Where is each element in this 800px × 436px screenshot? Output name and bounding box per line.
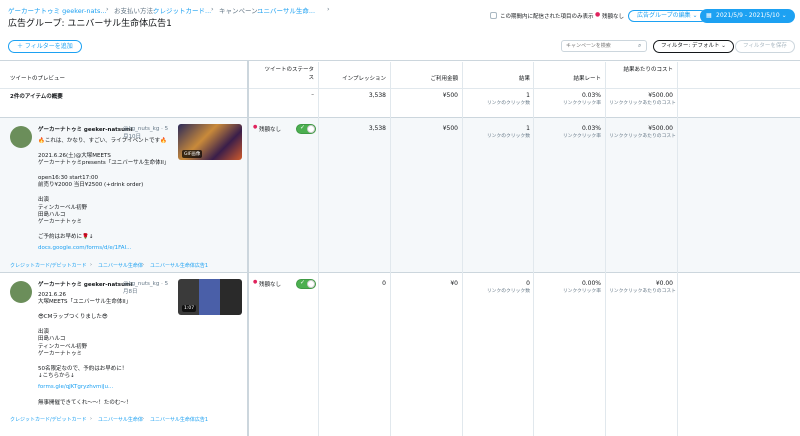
tweet-text: 2021.6.26 大塚MEETS「ユニバーサル生命体II」 😎CMラップつくり… xyxy=(38,292,132,380)
status-toggle[interactable]: ✓ xyxy=(296,279,316,289)
path-campaign[interactable]: ユニバーサル生命体 xyxy=(98,416,143,423)
period-checkbox[interactable] xyxy=(490,12,497,19)
row-cost-sub: リンククリックあたりのコスト xyxy=(609,289,676,294)
column-header-impressions[interactable]: インプレッション xyxy=(322,74,386,82)
summary-results: 1 xyxy=(526,92,530,99)
avatar xyxy=(10,281,32,303)
edit-ad-group-button[interactable]: 広告グループの編集 ⌄ xyxy=(628,10,707,22)
status-dot-icon: ● xyxy=(595,11,601,18)
media-badge: GIF画像 xyxy=(182,150,203,158)
tweet-author[interactable]: ゲーカーナトゥミ geeker-natsumi xyxy=(38,125,133,133)
row-status: 残額なし xyxy=(259,282,282,288)
summary-cost-sub: リンククリックあたりのコスト xyxy=(609,101,676,106)
column-header-spend[interactable]: ご利用金額 xyxy=(394,74,458,82)
row-cost-sub: リンククリックあたりのコスト xyxy=(609,134,676,139)
chevron-right-icon: › xyxy=(90,416,92,422)
column-header-result-rate[interactable]: 結果レート xyxy=(537,74,601,82)
row-results: 0 xyxy=(526,280,530,287)
path-campaign[interactable]: ユニバーサル生命体 xyxy=(98,262,143,269)
breadcrumb-campaign[interactable]: ユニバーサル生命... xyxy=(257,5,315,15)
tweet-link[interactable]: forms.gle/qJKTgryzhvmiJu... xyxy=(38,384,113,390)
summary-results-sub: リンクのクリック数 xyxy=(486,101,530,106)
avatar xyxy=(10,126,32,148)
save-filter-button[interactable]: フィルターを保存 xyxy=(735,40,795,53)
tweet-author[interactable]: ゲーカーナトゥミ geeker-natsumi xyxy=(38,280,133,288)
column-header-cost-per-result[interactable]: 結果あたりのコスト xyxy=(609,66,673,74)
column-header-results[interactable]: 結果 xyxy=(466,74,530,82)
summary-status: – xyxy=(311,92,314,98)
filter-default-dropdown[interactable]: フィルター: デフォルト ⌄ xyxy=(653,40,734,53)
row-rate-sub: リンククリック率 xyxy=(562,134,601,139)
summary-rate: 0.03% xyxy=(581,92,601,99)
chevron-right-icon: › xyxy=(142,416,144,422)
row-spend: ¥0 xyxy=(450,280,458,287)
breadcrumb-payment-label: お支払い方法: xyxy=(114,7,156,15)
column-header-preview[interactable]: ツイートのプレビュー xyxy=(10,74,65,82)
tweet-text: 🔥これは、かなり、すごい、ライブイベントです🔥 2021.6.26(土)@大塚M… xyxy=(38,138,170,241)
breadcrumb-separator: › xyxy=(106,5,109,13)
path-payment[interactable]: クレジットカード/デビットカード xyxy=(10,416,87,423)
path-payment[interactable]: クレジットカード/デビットカード xyxy=(10,262,87,269)
breadcrumb-separator: › xyxy=(327,5,330,13)
row-rate: 0.00% xyxy=(581,280,601,287)
status-label: 残額なし xyxy=(602,14,625,20)
tweet-text-footer: 無事開催できてくれ〜〜！たのむ〜！ xyxy=(38,400,132,407)
breadcrumb-payment[interactable]: クレジットカード... xyxy=(153,5,211,15)
media-badge: 1:07 xyxy=(182,305,197,312)
campaign-search-input[interactable] xyxy=(561,40,647,52)
row-cost: ¥0.00 xyxy=(655,280,673,287)
check-icon: ✓ xyxy=(300,279,306,286)
tweet-link[interactable]: docs.google.com/forms/d/e/1FAI... xyxy=(38,245,131,251)
period-checkbox-label: この期間内に配信された項目のみ表示 xyxy=(500,14,594,20)
path-ad-group[interactable]: ユニバーサル生命体広告1 xyxy=(150,262,208,269)
page-title: 広告グループ: ユニバーサル生命体広告1 xyxy=(8,19,172,29)
row-rate: 0.03% xyxy=(581,125,601,132)
column-header-status[interactable]: ツイートのステータス xyxy=(262,66,314,82)
chevron-right-icon: › xyxy=(90,262,92,268)
calendar-icon: ▦ xyxy=(706,12,712,19)
summary-label: 2件のアイテムの概要 xyxy=(10,94,63,100)
summary-cost: ¥500.00 xyxy=(648,92,673,99)
row-spend: ¥500 xyxy=(442,125,458,132)
status-dot-icon: ● xyxy=(253,279,258,285)
row-results-sub: リンクのクリック数 xyxy=(486,134,530,139)
row-impressions: 0 xyxy=(382,280,386,287)
status-toggle[interactable]: ✓ xyxy=(296,124,316,134)
row-results-sub: リンクのクリック数 xyxy=(486,289,530,294)
date-range-button[interactable]: ▦ 2021/5/9 - 2021/5/10 ⌄ xyxy=(700,9,795,23)
search-icon: ⌕ xyxy=(638,42,642,49)
row-rate-sub: リンククリック率 xyxy=(562,289,601,294)
add-filter-button[interactable]: ＋ フィルターを追加 xyxy=(8,40,82,53)
row-impressions: 3,538 xyxy=(368,125,386,132)
summary-impressions: 3,538 xyxy=(368,92,386,99)
breadcrumb-account[interactable]: ゲーカーナトゥミ geeker-nats... xyxy=(8,5,107,15)
breadcrumb-campaign-label: キャンペーン: xyxy=(219,7,260,15)
column-divider xyxy=(247,60,249,436)
row-results: 1 xyxy=(526,125,530,132)
status-dot-icon: ● xyxy=(253,124,258,130)
row-cost: ¥500.00 xyxy=(648,125,673,132)
check-icon: ✓ xyxy=(300,124,306,131)
summary-rate-sub: リンククリック率 xyxy=(562,101,601,106)
date-range-label: 2021/5/9 - 2021/5/10 ⌄ xyxy=(716,12,787,19)
path-ad-group[interactable]: ユニバーサル生命体広告1 xyxy=(150,416,208,423)
summary-spend: ¥500 xyxy=(442,92,458,99)
breadcrumb-separator: › xyxy=(211,5,214,13)
row-status: 残額なし xyxy=(259,127,282,133)
chevron-right-icon: › xyxy=(142,262,144,268)
